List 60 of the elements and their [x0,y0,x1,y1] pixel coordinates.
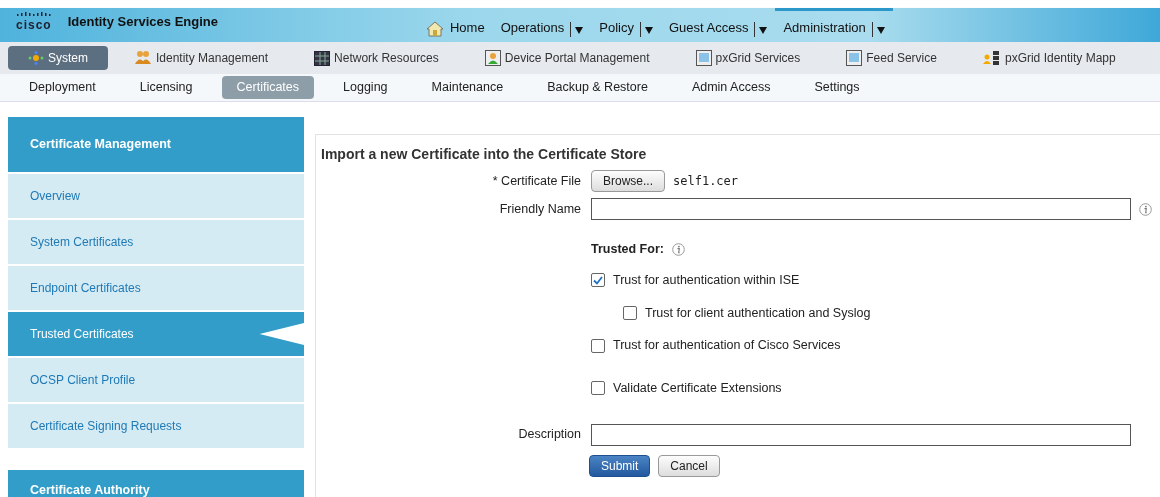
house-icon [425,21,444,37]
sidebar-item[interactable]: Certificate Signing Requests [8,404,304,448]
portal-icon [484,50,501,66]
checkbox-label: Validate Certificate Extensions [613,380,782,397]
network-nodes-icon [28,51,44,65]
info-icon [1139,202,1152,216]
module-tab[interactable]: Feed Service [834,46,949,70]
caret-icon [575,26,584,34]
window-icon [695,50,712,66]
checkbox-label: Trust for authentication of Cisco Services [613,337,841,355]
checkbox[interactable] [623,305,637,320]
module-tab[interactable]: pxGrid Identity Mapp [970,46,1128,70]
form-title: Import a new Certificate into the Certificate Store [321,145,648,164]
sub-tab[interactable]: Licensing [124,76,208,99]
top-menu-item[interactable]: Operations [492,8,592,42]
user-server-icon [982,50,1001,66]
window-icon [846,50,863,66]
field-label: Description [518,427,581,442]
sidebar-item[interactable]: System Certificates [8,220,304,264]
caret-icon [759,26,768,34]
sidebar-item[interactable]: OCSP Client Profile [8,358,304,402]
grid-panel-icon [314,50,331,66]
caret-icon [644,26,653,34]
field-label: Friendly Name [499,201,581,216]
top-menu-item[interactable]: Policy [591,8,661,42]
info-icon [671,242,685,256]
sub-tab[interactable]: Backup & Restore [532,76,663,99]
description-field[interactable] [591,423,1131,446]
checkbox-label: Trust for client authentication and Syslog [645,304,871,322]
product-title: Identity Services Engine [67,13,218,31]
people-icon [134,50,152,66]
field-label: * Certificate File [492,173,581,188]
file-name: self1.cer [673,173,739,190]
logo-bars-icon [16,12,51,16]
top-menu-item[interactable]: Home [417,8,493,42]
sub-tab[interactable]: Settings [799,76,875,99]
submit-button[interactable]: Submit [589,454,651,477]
caret-icon [876,26,885,34]
checkbox-label: Trust for authentication within ISE [613,271,800,289]
sub-tab[interactable]: Deployment [14,76,111,99]
browse-button[interactable]: Browse... [591,170,665,192]
module-tab[interactable]: Network Resources [302,46,451,70]
module-tab[interactable]: Device Portal Management [472,46,662,70]
checkbox[interactable] [591,273,605,288]
top-menu-item[interactable]: Guest Access [660,8,776,42]
cancel-button[interactable]: Cancel [658,454,720,477]
logo: cisco [16,17,52,34]
sub-tab[interactable]: Maintenance [416,76,519,99]
checkbox[interactable] [591,338,605,353]
module-tab[interactable]: Identity Management [122,46,281,70]
check-icon [593,275,603,285]
module-tab[interactable]: System [8,46,108,70]
sidebar-item[interactable]: Overview [8,174,304,218]
module-tab[interactable]: pxGrid Services [683,46,813,70]
checkbox[interactable] [591,381,605,396]
sidebar-item[interactable]: Endpoint Certificates [8,266,304,310]
section-label: Trusted For: [591,241,664,258]
friendly-name-field[interactable] [591,198,1131,220]
sub-tab[interactable]: Admin Access [676,76,786,99]
sub-tab[interactable]: Logging [328,76,403,99]
